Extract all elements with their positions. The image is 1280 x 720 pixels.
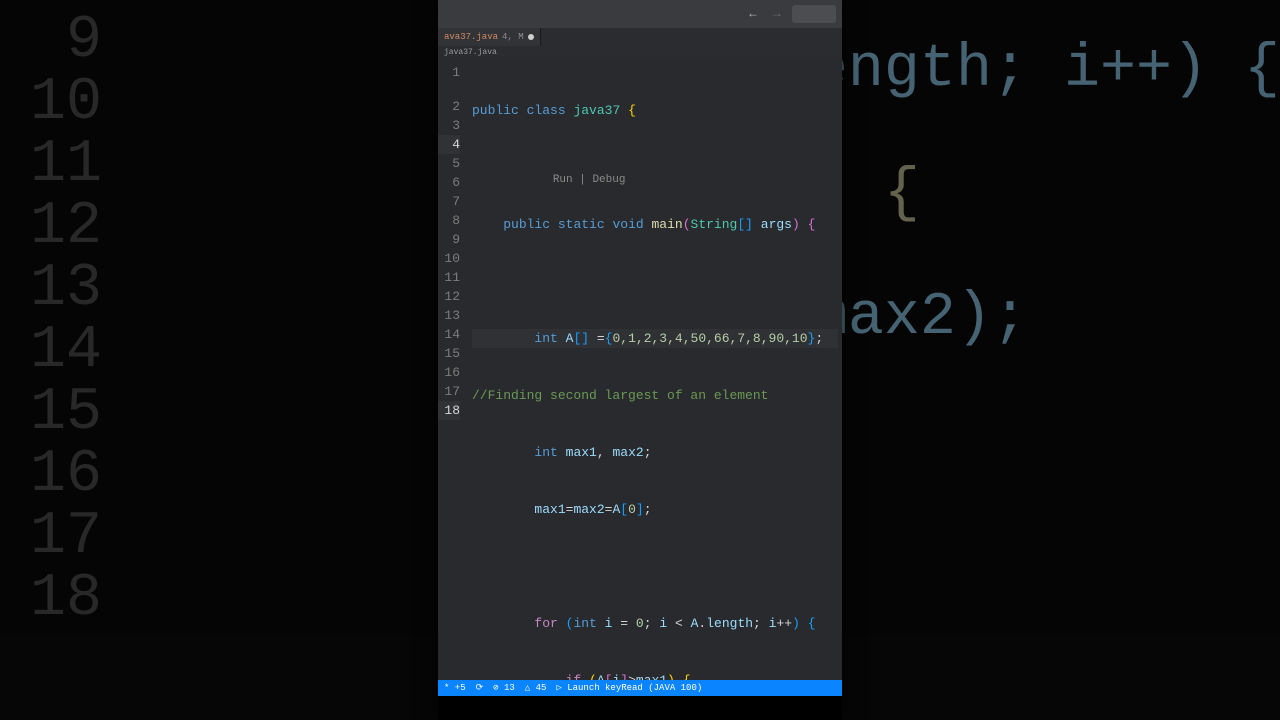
- search-input[interactable]: [792, 5, 836, 23]
- tab-suffix: 4, M: [502, 32, 524, 42]
- status-sync-icon[interactable]: ⟳: [476, 683, 484, 693]
- status-errors[interactable]: ⊘ 13: [493, 683, 515, 693]
- title-bar: ← →: [438, 0, 842, 28]
- tab-bar: ava37.java 4, M: [438, 28, 842, 46]
- tab-java37[interactable]: ava37.java 4, M: [438, 28, 541, 46]
- breadcrumb[interactable]: java37.java: [438, 46, 842, 59]
- status-launch[interactable]: ▷ Launch keyRead (JAVA 100): [556, 683, 702, 693]
- status-warnings[interactable]: △ 45: [525, 683, 547, 693]
- bottom-black-bar: [438, 696, 842, 720]
- modified-dot-icon: [528, 34, 534, 40]
- line-gutter: 1 2 3 4 5 6 7 8 9 10 11 12 13 14 15 16 1…: [438, 59, 466, 680]
- nav-back-icon[interactable]: ←: [744, 5, 762, 23]
- codelens-debug[interactable]: Debug: [592, 174, 625, 186]
- bg-gutter: 91011 121314 151617 18: [0, 0, 120, 630]
- status-bar: * +5 ⟳ ⊘ 13 △ 45 ▷ Launch keyRead (JAVA …: [438, 680, 842, 696]
- code-content[interactable]: public class java37 { Run | Debug public…: [466, 59, 842, 680]
- nav-forward-icon[interactable]: →: [768, 5, 786, 23]
- editor-panel: ← → ava37.java 4, M java37.java 1 2 3 4 …: [438, 0, 842, 720]
- tab-label: ava37.java: [444, 32, 498, 42]
- code-lens: Run | Debug: [472, 158, 838, 177]
- code-editor[interactable]: 1 2 3 4 5 6 7 8 9 10 11 12 13 14 15 16 1…: [438, 59, 842, 680]
- status-branch[interactable]: * +5: [444, 683, 466, 693]
- codelens-run[interactable]: Run: [553, 174, 573, 186]
